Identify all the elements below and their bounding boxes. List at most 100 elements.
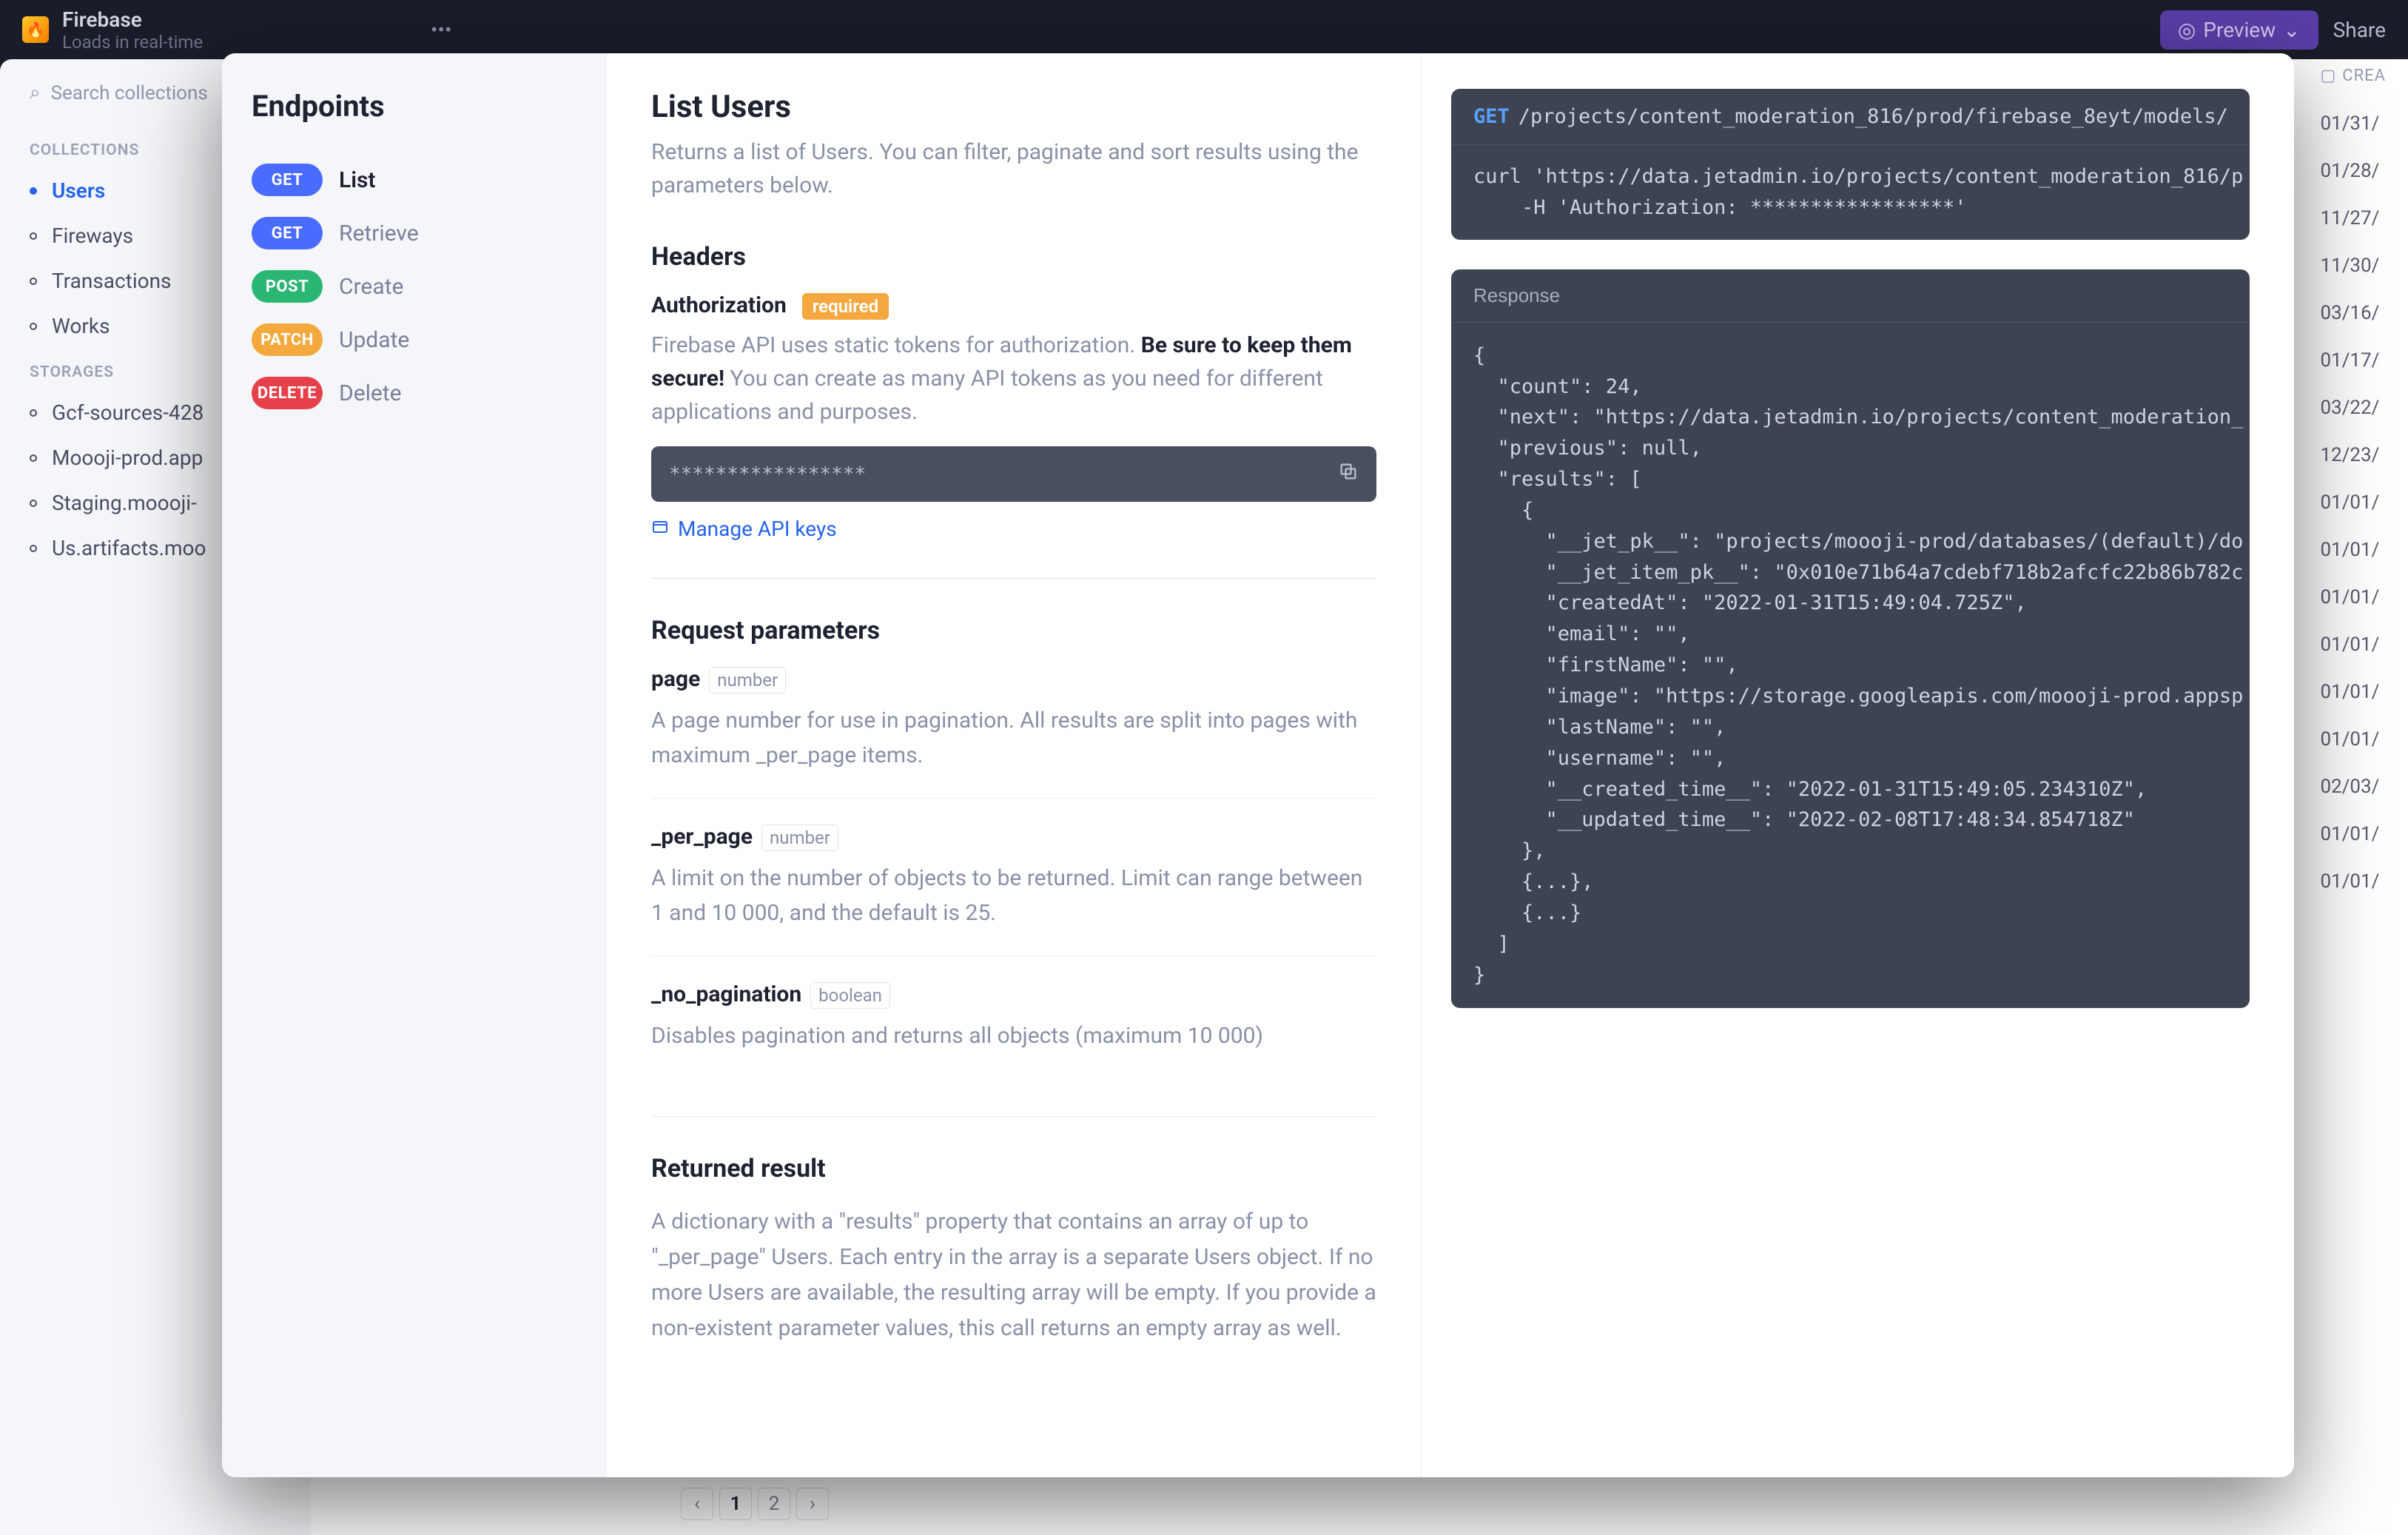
- auth-description: Firebase API uses static tokens for auth…: [651, 329, 1376, 429]
- method-pill: GET: [252, 217, 323, 249]
- request-code-box: GET/projects/content_moderation_816/prod…: [1451, 89, 2250, 240]
- search-icon: ⌕: [30, 81, 41, 104]
- endpoint-retrieve[interactable]: GET Retrieve: [252, 206, 577, 260]
- copy-icon[interactable]: [1338, 461, 1359, 487]
- param-name: _per_page: [651, 824, 753, 850]
- req-params-heading: Request parameters: [651, 616, 1376, 645]
- endpoints-heading: Endpoints: [252, 89, 577, 124]
- doc-right: GET/projects/content_moderation_816/prod…: [1421, 53, 2294, 1477]
- method-label: GET: [1473, 105, 1510, 128]
- divider: [651, 578, 1376, 579]
- response-heading: Response: [1451, 269, 2250, 323]
- request-line: GET/projects/content_moderation_816/prod…: [1451, 89, 2250, 145]
- token-box: *****************: [651, 446, 1376, 502]
- page-title: List Users: [651, 89, 1376, 125]
- dot-icon: [30, 454, 37, 462]
- pager-1[interactable]: 1: [719, 1488, 752, 1520]
- nav-label: Moooji-prod.app: [52, 446, 203, 470]
- param-type: boolean: [810, 982, 890, 1009]
- nav-label: Transactions: [52, 269, 172, 293]
- dot-icon: [30, 545, 37, 552]
- manage-link-label: Manage API keys: [678, 517, 837, 541]
- pager-2[interactable]: 2: [758, 1488, 790, 1520]
- endpoint-delete[interactable]: DELETEDelete: [252, 366, 577, 420]
- date-cell: 01/01/: [2320, 716, 2386, 763]
- date-cell: 01/31/: [2320, 100, 2386, 147]
- date-cell: 01/01/: [2320, 858, 2386, 905]
- divider: [651, 1116, 1376, 1117]
- required-badge: required: [802, 293, 889, 320]
- token-mask: *****************: [669, 463, 866, 486]
- auth-row: Authorization required: [651, 292, 1376, 318]
- endpoint-label: Retrieve: [339, 221, 419, 246]
- pagination: ‹ 1 2 ›: [681, 1488, 829, 1520]
- calendar-icon: ▢: [2320, 67, 2336, 85]
- headers-heading: Headers: [651, 242, 1376, 272]
- api-modal: ✕ Endpoints GETListGETRetrievePOSTCreate…: [222, 53, 2294, 1477]
- pager-prev[interactable]: ‹: [681, 1488, 713, 1520]
- date-cell: 03/16/: [2320, 289, 2386, 337]
- nav-label: Gcf-sources-428: [52, 400, 204, 425]
- key-icon: [651, 517, 669, 541]
- auth-label: Authorization: [651, 292, 787, 318]
- bg-dates-column: ▢ CREA 01/31/01/28/11/27/11/30/03/16/01/…: [2320, 59, 2386, 905]
- bg-header-right: ◎ Preview ⌄ Share: [2160, 10, 2386, 50]
- dot-icon: [30, 500, 37, 507]
- date-cell: 01/01/: [2320, 574, 2386, 621]
- returned-description: A dictionary with a "results" property t…: [651, 1204, 1376, 1346]
- param-_no_pagination: _no_paginationbooleanDisables pagination…: [651, 981, 1376, 1079]
- date-cell: 01/01/: [2320, 526, 2386, 574]
- param-type: number: [761, 824, 838, 851]
- param-name: page: [651, 666, 700, 692]
- returned-heading: Returned result: [651, 1154, 1376, 1183]
- nav-label: Fireways: [52, 224, 133, 248]
- dates-col-header: ▢ CREA: [2320, 59, 2386, 100]
- page-subtitle: Returns a list of Users. You can filter,…: [651, 135, 1376, 202]
- dot-icon: [30, 187, 37, 195]
- date-cell: 03/22/: [2320, 384, 2386, 431]
- date-cell: 02/03/: [2320, 763, 2386, 810]
- param-description: Disables pagination and returns all obje…: [651, 1019, 1376, 1054]
- endpoint-label: List: [339, 167, 376, 193]
- chevron-down-icon: ⌄: [2283, 18, 2300, 42]
- date-cell: 01/01/: [2320, 668, 2386, 716]
- dot-icon: [30, 409, 37, 417]
- date-cell: 11/27/: [2320, 195, 2386, 242]
- nav-label: Works: [52, 314, 110, 338]
- date-cell: 01/01/: [2320, 621, 2386, 668]
- preview-button[interactable]: ◎ Preview ⌄: [2160, 10, 2318, 50]
- bg-more-button[interactable]: •••: [425, 13, 457, 46]
- modal-content: List Users Returns a list of Users. You …: [607, 53, 2294, 1477]
- date-cell: 01/01/: [2320, 810, 2386, 858]
- date-cell: 12/23/: [2320, 431, 2386, 479]
- search-placeholder: Search collections: [51, 82, 208, 104]
- nav-label: Users: [52, 178, 105, 203]
- method-pill: POST: [252, 270, 323, 303]
- date-cell: 01/01/: [2320, 479, 2386, 526]
- param-description: A limit on the number of objects to be r…: [651, 861, 1376, 930]
- endpoint-create[interactable]: POST Create: [252, 260, 577, 313]
- request-url: /projects/content_moderation_816/prod/fi…: [1519, 105, 2228, 128]
- bg-app-subtitle: Loads in real-time: [62, 32, 203, 53]
- share-button[interactable]: Share: [2333, 18, 2386, 42]
- date-cell: 01/28/: [2320, 147, 2386, 195]
- nav-label: Staging.moooji-: [52, 491, 197, 515]
- eye-icon: ◎: [2178, 18, 2196, 42]
- param-page: pagenumberA page number for use in pagin…: [651, 666, 1376, 799]
- endpoint-update[interactable]: PATCH Update: [252, 313, 577, 366]
- curl-body: curl 'https://data.jetadmin.io/projects/…: [1451, 145, 2250, 240]
- bg-header: 🔥 Firebase Loads in real-time ••• ◎ Prev…: [0, 0, 2408, 59]
- endpoint-label: Create: [339, 274, 403, 300]
- manage-api-keys-link[interactable]: Manage API keys: [651, 517, 1376, 541]
- dot-icon: [30, 323, 37, 330]
- bg-app-title: Firebase: [62, 7, 203, 32]
- preview-label: Preview: [2203, 18, 2276, 42]
- method-pill: PATCH: [252, 323, 323, 356]
- bg-app-info: Firebase Loads in real-time: [62, 7, 203, 53]
- pager-next[interactable]: ›: [796, 1488, 829, 1520]
- dot-icon: [30, 232, 37, 240]
- endpoint-list[interactable]: GETList: [252, 153, 577, 206]
- method-pill: DELETE: [252, 377, 323, 409]
- endpoint-label: Update: [339, 327, 409, 353]
- nav-label: Us.artifacts.moo: [52, 536, 206, 560]
